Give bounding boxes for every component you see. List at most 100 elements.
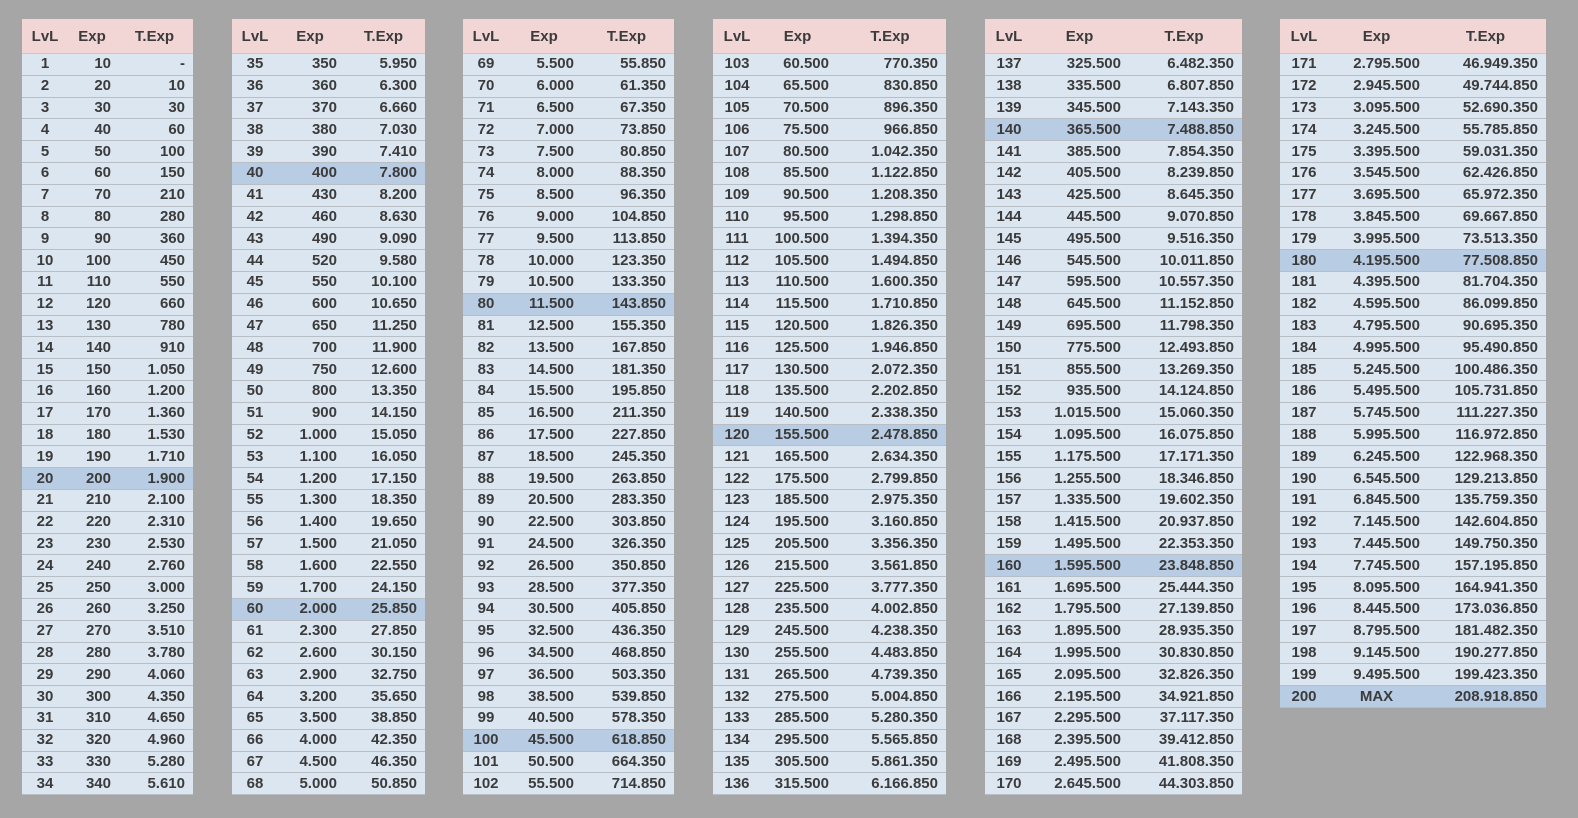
level-cell: 7 xyxy=(22,184,68,207)
table-row: 66 4.000 42.350 xyxy=(232,729,425,752)
total-exp-cell: 199.423.350 xyxy=(1425,663,1546,687)
exp-cell: 380 xyxy=(278,118,342,142)
table-row: 182 4.595.500 86.099.850 xyxy=(1280,293,1546,316)
header-row: LvL Exp T.Exp xyxy=(232,19,425,54)
level-cell: 86 xyxy=(463,424,509,447)
total-exp-cell: 55.785.850 xyxy=(1425,118,1546,142)
level-cell: 116 xyxy=(713,336,761,360)
table-row: 162 1.795.500 27.139.850 xyxy=(985,598,1242,621)
table-row: 135 305.500 5.861.350 xyxy=(713,751,946,774)
table-row: 172 2.945.500 49.744.850 xyxy=(1280,75,1546,98)
exp-cell: 130.500 xyxy=(761,358,834,381)
total-exp-cell: 3.000 xyxy=(116,576,193,599)
total-exp-cell: 4.739.350 xyxy=(834,663,946,687)
total-exp-cell: 30 xyxy=(116,97,193,120)
exp-cell: 305.500 xyxy=(761,751,834,774)
level-cell: 147 xyxy=(985,271,1033,294)
total-exp-cell: 208.918.850 xyxy=(1425,685,1546,708)
exp-cell: 130 xyxy=(68,315,116,338)
table-row: 57 1.500 21.050 xyxy=(232,533,425,556)
level-cell: 122 xyxy=(713,467,761,490)
exp-cell: 310 xyxy=(68,707,116,730)
table-row: 156 1.255.500 18.346.850 xyxy=(985,467,1242,490)
total-exp-cell: 61.350 xyxy=(579,75,674,98)
exp-cell: 50.500 xyxy=(509,751,579,774)
table-row: 58 1.600 22.550 xyxy=(232,554,425,578)
total-exp-cell: 6.166.850 xyxy=(834,772,946,796)
exp-cell: 80 xyxy=(68,206,116,229)
level-cell: 149 xyxy=(985,315,1033,338)
exp-cell: 6.545.500 xyxy=(1328,467,1425,490)
table-row: 69 5.500 55.850 xyxy=(463,53,674,76)
table-row: 53 1.100 16.050 xyxy=(232,445,425,469)
table-row: 164 1.995.500 30.830.850 xyxy=(985,642,1242,665)
level-cell: 12 xyxy=(22,293,68,316)
table-row: 62 2.600 30.150 xyxy=(232,642,425,665)
total-exp-cell: 4.002.850 xyxy=(834,598,946,621)
total-exp-cell: 5.280 xyxy=(116,751,193,774)
exp-cell: 60 xyxy=(68,162,116,185)
level-cell: 94 xyxy=(463,598,509,621)
exp-cell: 3.095.500 xyxy=(1328,97,1425,120)
total-exp-header: T.Exp xyxy=(1425,19,1546,54)
table-row: 63 2.900 32.750 xyxy=(232,663,425,687)
level-cell: 142 xyxy=(985,162,1033,185)
exp-cell: 935.500 xyxy=(1033,380,1126,403)
table-row: 49 750 12.600 xyxy=(232,358,425,381)
exp-cell: 140.500 xyxy=(761,402,834,425)
total-exp-header: T.Exp xyxy=(834,19,946,54)
total-exp-cell: 16.050 xyxy=(342,445,425,469)
exp-cell: 280 xyxy=(68,642,116,665)
table-row: 15 150 1.050 xyxy=(22,358,193,381)
table-row: 7 70 210 xyxy=(22,184,193,207)
header-row: LvL Exp T.Exp xyxy=(713,19,946,54)
level-cell: 74 xyxy=(463,162,509,185)
exp-cell: 6.500 xyxy=(509,97,579,120)
level-cell: 57 xyxy=(232,533,278,556)
level-cell: 65 xyxy=(232,707,278,730)
level-cell: 197 xyxy=(1280,620,1328,643)
table-row: 65 3.500 38.850 xyxy=(232,707,425,730)
exp-cell: 1.400 xyxy=(278,511,342,534)
total-exp-cell: 155.350 xyxy=(579,315,674,338)
header-row: LvL Exp T.Exp xyxy=(22,19,193,54)
level-cell: 176 xyxy=(1280,162,1328,185)
table-row: 167 2.295.500 37.117.350 xyxy=(985,707,1242,730)
level-cell: 106 xyxy=(713,118,761,142)
exp-cell: 700 xyxy=(278,336,342,360)
level-cell: 163 xyxy=(985,620,1033,643)
level-cell: 11 xyxy=(22,271,68,294)
exp-cell: 3.395.500 xyxy=(1328,140,1425,163)
level-cell: 154 xyxy=(985,424,1033,447)
total-exp-cell: 10.650 xyxy=(342,293,425,316)
exp-cell: 34.500 xyxy=(509,642,579,665)
total-exp-cell: 2.799.850 xyxy=(834,467,946,490)
exp-cell: 100 xyxy=(68,249,116,272)
level-cell: 120 xyxy=(713,424,761,447)
exp-cell: 13.500 xyxy=(509,336,579,360)
table-row: 112 105.500 1.494.850 xyxy=(713,249,946,272)
table-row: 171 2.795.500 46.949.350 xyxy=(1280,53,1546,76)
exp-cell: 7.445.500 xyxy=(1328,533,1425,556)
level-cell: 25 xyxy=(22,576,68,599)
total-exp-cell: 30.830.850 xyxy=(1126,642,1242,665)
exp-cell: 520 xyxy=(278,249,342,272)
total-exp-cell: 7.800 xyxy=(342,162,425,185)
table-row: 169 2.495.500 41.808.350 xyxy=(985,751,1242,774)
total-exp-cell: 578.350 xyxy=(579,707,674,730)
total-exp-cell: 15.050 xyxy=(342,424,425,447)
exp-cell: 45.500 xyxy=(509,729,579,752)
table-row: 147 595.500 10.557.350 xyxy=(985,271,1242,294)
level-cell: 33 xyxy=(22,751,68,774)
exp-cell: 325.500 xyxy=(1033,53,1126,76)
table-row: 145 495.500 9.516.350 xyxy=(985,227,1242,251)
level-cell: 107 xyxy=(713,140,761,163)
level-cell: 21 xyxy=(22,489,68,512)
exp-cell: 20.500 xyxy=(509,489,579,512)
total-exp-cell: 10.557.350 xyxy=(1126,271,1242,294)
level-cell: 110 xyxy=(713,206,761,229)
table-row: 186 5.495.500 105.731.850 xyxy=(1280,380,1546,403)
table-row: 121 165.500 2.634.350 xyxy=(713,445,946,469)
total-exp-cell: 618.850 xyxy=(579,729,674,752)
table-row: 60 2.000 25.850 xyxy=(232,598,425,621)
